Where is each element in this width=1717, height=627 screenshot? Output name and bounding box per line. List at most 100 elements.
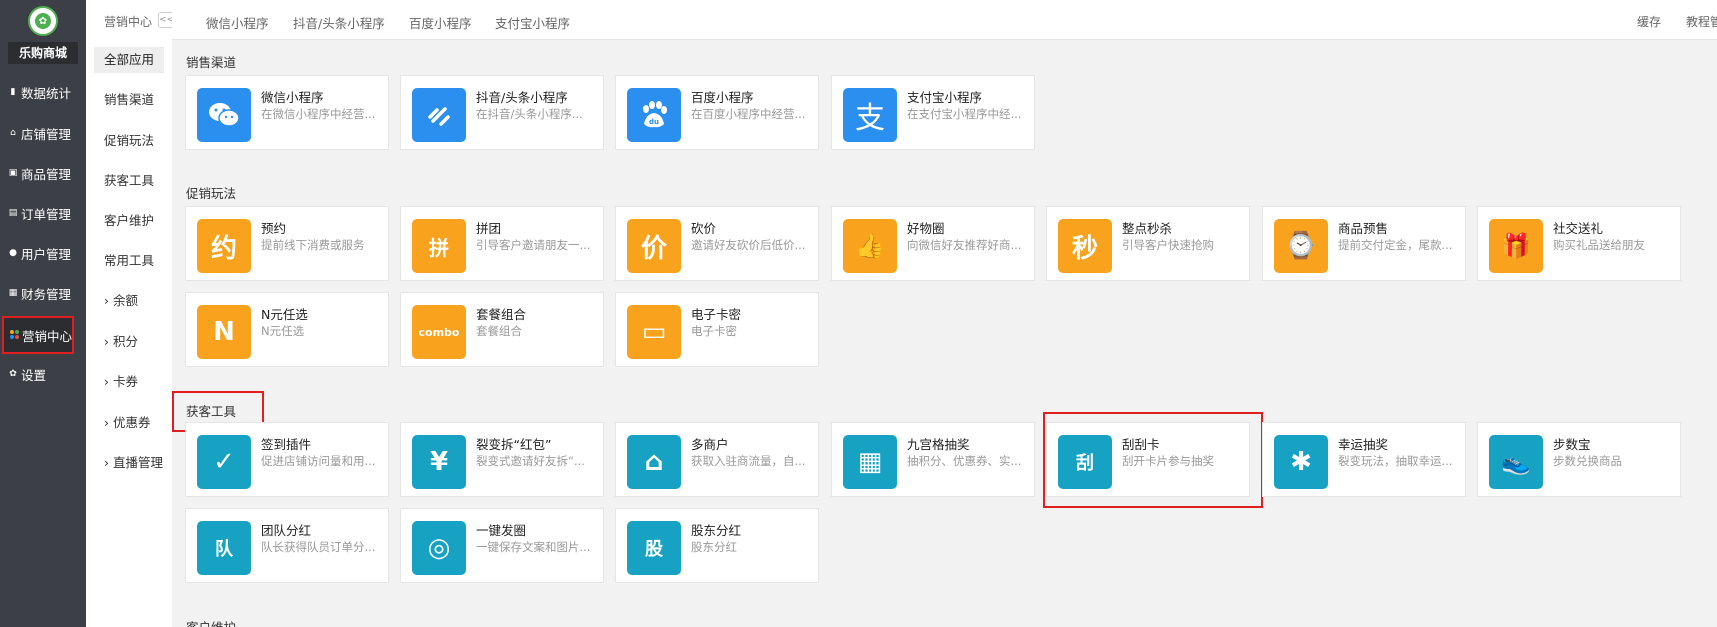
calendar-check-icon: ✓ [197,435,251,489]
card-social-gift[interactable]: 🎁 社交送礼 购买礼品送给朋友 [1477,206,1681,281]
card-lucky-draw[interactable]: ✱ 幸运抽奖 裂变玩法，抽取幸运... [1262,422,1466,497]
card-red-packet[interactable]: ¥ 裂变拆“红包” 裂变式邀请好友拆“... [400,422,604,497]
card-step-counter[interactable]: 👟 步数宝 步数兑换商品 [1477,422,1681,497]
card-title: 抖音/头条小程序 [476,90,568,105]
sidebar-item-goods[interactable]: ▣ 商品管理 [0,158,86,188]
grid-icon: ▦ [843,435,897,489]
card-desc: 促进店铺访问量和用... [261,454,376,468]
card-presale[interactable]: ⌚ 商品预售 提前交付定金，尾款... [1262,206,1466,281]
chevron-right-icon: › [104,374,109,389]
card-title: 预约 [261,221,287,236]
card-desc: 一键保存文案和图片... [476,540,591,554]
subnav-item-balance[interactable]: › 余额 [94,288,164,314]
sidebar-item-store[interactable]: ⌂ 店铺管理 [0,118,86,148]
card-title: 九宫格抽奖 [907,437,970,452]
card-title: 微信小程序 [261,90,324,105]
card-title: 一键发圈 [476,523,527,538]
subnav-item-all[interactable]: 全部应用 [94,47,164,73]
subnav-item-coupons[interactable]: › 优惠券 [94,410,164,436]
subnav-label: 积分 [112,334,138,349]
subnav-item-acquire[interactable]: 获客工具 [94,168,164,194]
card-baidu-miniapp[interactable]: du 百度小程序 在百度小程序中经营... [615,75,819,150]
card-combo[interactable]: combo 套餐组合 套餐组合 [400,292,604,367]
sub-sidebar: 营销中心 << 全部应用 销售渠道 促销玩法 获客工具 客户维护 常用工具 › … [86,0,174,627]
tab-douyin[interactable]: 抖音/头条小程序 [293,13,385,32]
card-title: 好物圈 [907,221,945,236]
sidebar-item-marketing[interactable]: 营销中心 [2,316,74,354]
card-group-buy[interactable]: 拼 拼团 引导客户邀请朋友一... [400,206,604,281]
card-title: 裂变拆“红包” [476,437,552,452]
card-desc: 在百度小程序中经营... [691,107,806,121]
sidebar-item-data-stats[interactable]: ▮ 数据统计 [0,77,86,107]
sidebar-item-label: 财务管理 [21,286,72,302]
card-nine-grid[interactable]: ▦ 九宫格抽奖 抽积分、优惠券、实... [831,422,1035,497]
card-douyin-miniapp[interactable]: 抖音/头条小程序 在抖音/头条小程序... [400,75,604,150]
sidebar-item-orders[interactable]: ▤ 订单管理 [0,198,86,228]
card-desc: 提前线下消费或服务 [261,238,365,252]
card-title: 砍价 [691,221,717,236]
chevron-right-icon: › [104,334,109,349]
section-title-sales: 销售渠道 [186,55,237,70]
card-wechat-miniapp[interactable]: 微信小程序 在微信小程序中经营... [185,75,389,150]
sidebar-item-label: 店铺管理 [21,126,72,142]
sidebar-item-users[interactable]: ● 用户管理 [0,238,86,268]
marketing-icon [10,330,19,340]
sidebar-item-label: 订单管理 [21,206,72,222]
card-e-card[interactable]: ▭ 电子卡密 电子卡密 [615,292,819,367]
presale-bag-icon: ⌚ [1274,219,1328,273]
card-desc: 队长获得队员订单分... [261,540,376,554]
shop-icon: ⌂ [627,435,681,489]
cache-link[interactable]: 缓存 [1637,13,1661,30]
thumbs-up-icon: 👍 [843,219,897,273]
card-desc: 套餐组合 [476,324,522,338]
subnav-item-cards[interactable]: › 卡券 [94,369,164,395]
card-shareholder-bonus[interactable]: 股 股东分红 股东分红 [615,508,819,583]
subnav-item-points[interactable]: › 积分 [94,329,164,355]
sidebar-item-finance[interactable]: ▦ 财务管理 [0,278,86,308]
card-multi-merchant[interactable]: ⌂ 多商户 获取入驻商流量，自... [615,422,819,497]
card-title: 商品预售 [1338,221,1389,236]
sidebar-item-settings[interactable]: ✿ 设置 [0,359,86,389]
reservation-icon: 约 [197,219,251,273]
subnav-item-tools[interactable]: 常用工具 [94,248,164,274]
alipay-icon: 支 [843,88,897,142]
subnav-item-sales[interactable]: 销售渠道 [94,87,164,113]
subnav-label: 直播管理 [112,455,163,470]
tutorial-link[interactable]: 教程管 [1686,13,1717,30]
chart-icon: ▮ [10,87,16,97]
flash-sale-icon: 秒 [1058,219,1112,273]
card-good-circle[interactable]: 👍 好物圈 向微信好友推荐好商... [831,206,1035,281]
aperture-icon: ◎ [412,521,466,575]
card-bargain[interactable]: 价 砍价 邀请好友砍价后低价... [615,206,819,281]
card-reservation[interactable]: 约 预约 提前线下消费或服务 [185,206,389,281]
shareholder-icon: 股 [627,521,681,575]
card-desc: 邀请好友砍价后低价... [691,238,806,252]
logo-icon[interactable]: ✿ [28,6,58,36]
tab-wechat[interactable]: 微信小程序 [206,13,269,32]
card-desc: 在支付宝小程序中经... [907,107,1022,121]
top-bar: 微信小程序 抖音/头条小程序 百度小程序 支付宝小程序 缓存 教程管 [172,0,1717,40]
sidebar-item-label: 商品管理 [21,166,72,182]
tab-alipay[interactable]: 支付宝小程序 [495,13,570,32]
sidebar-item-label: 用户管理 [21,246,72,262]
card-one-click-post[interactable]: ◎ 一键发圈 一键保存文案和图片... [400,508,604,583]
section-title-maintain: 客户维护 [186,617,236,627]
card-team-bonus[interactable]: 队 团队分红 队长获得队员订单分... [185,508,389,583]
tab-baidu[interactable]: 百度小程序 [409,13,472,32]
card-title: 整点秒杀 [1122,221,1173,236]
card-checkin[interactable]: ✓ 签到插件 促进店铺访问量和用... [185,422,389,497]
subnav-label: 余额 [112,293,138,308]
card-n-yuan[interactable]: N N元任选 N元任选 [185,292,389,367]
user-icon: ● [9,248,17,258]
card-title: 签到插件 [261,437,312,452]
finance-icon: ▦ [8,288,18,298]
subnav-item-promo[interactable]: 促销玩法 [94,128,164,154]
store-icon: ⌂ [10,128,16,138]
subnav-item-maintain[interactable]: 客户维护 [94,208,164,234]
card-flash-sale[interactable]: 秒 整点秒杀 引导客户快速抢购 [1046,206,1250,281]
subnav-item-live[interactable]: › 直播管理 [94,450,164,476]
app-root: ✿ 乐购商城 ▮ 数据统计 ⌂ 店铺管理 ▣ 商品管理 ▤ 订单管理 ● 用户管理 ▦ 财务… [0,0,1717,627]
card-alipay-miniapp[interactable]: 支 支付宝小程序 在支付宝小程序中经... [831,75,1035,150]
card-desc: 裂变式邀请好友拆“... [476,454,585,468]
card-desc: 在微信小程序中经营... [261,107,376,121]
